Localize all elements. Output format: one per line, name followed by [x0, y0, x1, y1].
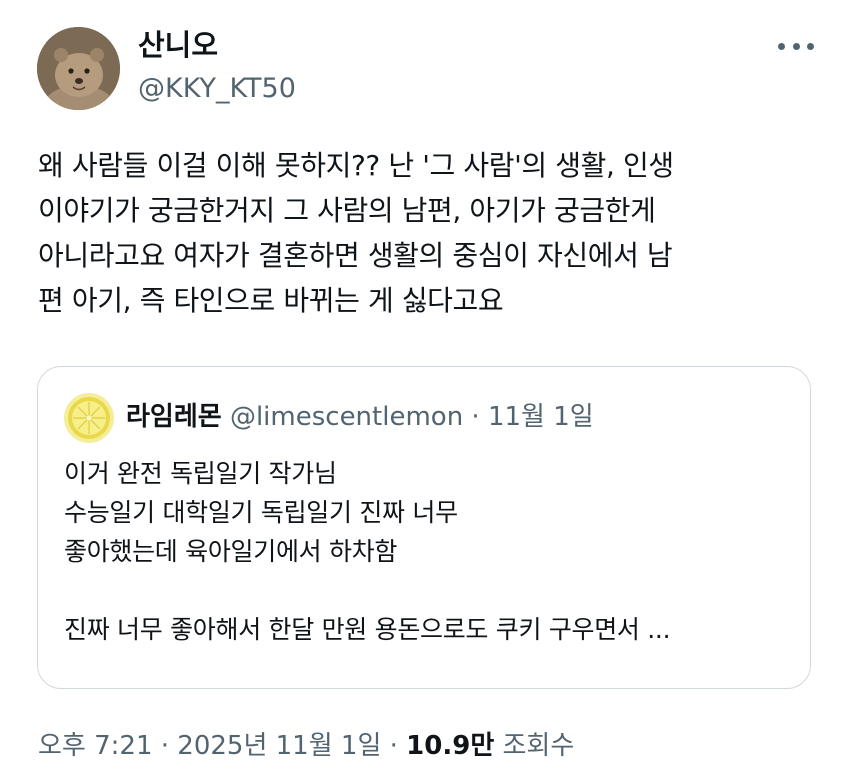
- tweet-timestamp[interactable]: 오후 7:21 · 2025년 11월 1일 ·: [38, 731, 406, 761]
- quoted-header: 라임레몬 @limescentlemon · 11월 1일: [126, 401, 594, 433]
- views-label: 조회수: [494, 731, 575, 761]
- tweet-text-line: 아니라고요 여자가 결혼하면 생활의 중심이 자신에서 남: [38, 239, 673, 272]
- views-count: 10.9만: [406, 731, 495, 761]
- dot: [807, 42, 814, 50]
- tweet: 산니오 @KKY_KT50 왜 사람들 이걸 이해 못하지?? 난 '그 사람'…: [0, 0, 850, 777]
- tweet-text-line: 편 아기, 즉 타인으로 바뀌는 게 싫다고요: [38, 284, 504, 317]
- quoted-date[interactable]: 11월 1일: [488, 402, 594, 432]
- tweet-text: 왜 사람들 이걸 이해 못하지?? 난 '그 사람'의 생활, 인생 이야기가 …: [38, 143, 828, 323]
- quoted-text-line: 진짜 너무 좋아해서 한달 만원 용돈으로도 쿠키 구우면서 ...: [64, 615, 671, 644]
- tweet-text-line: 왜 사람들 이걸 이해 못하지?? 난 '그 사람'의 생활, 인생: [38, 149, 674, 182]
- quoted-text-line: 이거 완전 독립일기 작가님: [64, 459, 337, 488]
- author-handle[interactable]: @KKY_KT50: [138, 73, 296, 105]
- quoted-separator: ·: [463, 402, 488, 432]
- tweet-footer: 오후 7:21 · 2025년 11월 1일 · 10.9만 조회수: [38, 730, 574, 762]
- quokka-avatar-icon[interactable]: [37, 27, 120, 110]
- tweet-text-line: 이야기가 궁금한거지 그 사람의 남편, 아기가 궁금한게: [38, 194, 656, 227]
- quoted-display-name[interactable]: 라임레몬: [126, 402, 222, 432]
- quoted-tweet-card[interactable]: 라임레몬 @limescentlemon · 11월 1일 이거 완전 독립일기…: [37, 366, 811, 689]
- author-display-name[interactable]: 산니오: [138, 28, 218, 62]
- quoted-text-line: 수능일기 대학일기 독립일기 진짜 너무: [64, 498, 458, 527]
- quoted-text-line: [64, 571, 794, 610]
- dot: [778, 42, 785, 50]
- dot: [792, 42, 800, 50]
- lemon-avatar-icon[interactable]: [64, 393, 114, 443]
- quoted-handle[interactable]: @limescentlemon: [230, 402, 463, 432]
- quoted-text: 이거 완전 독립일기 작가님 수능일기 대학일기 독립일기 진짜 너무 좋아했는…: [64, 454, 794, 649]
- more-dots-icon[interactable]: [778, 38, 814, 54]
- quoted-text-line: 좋아했는데 육아일기에서 하차함: [64, 537, 398, 566]
